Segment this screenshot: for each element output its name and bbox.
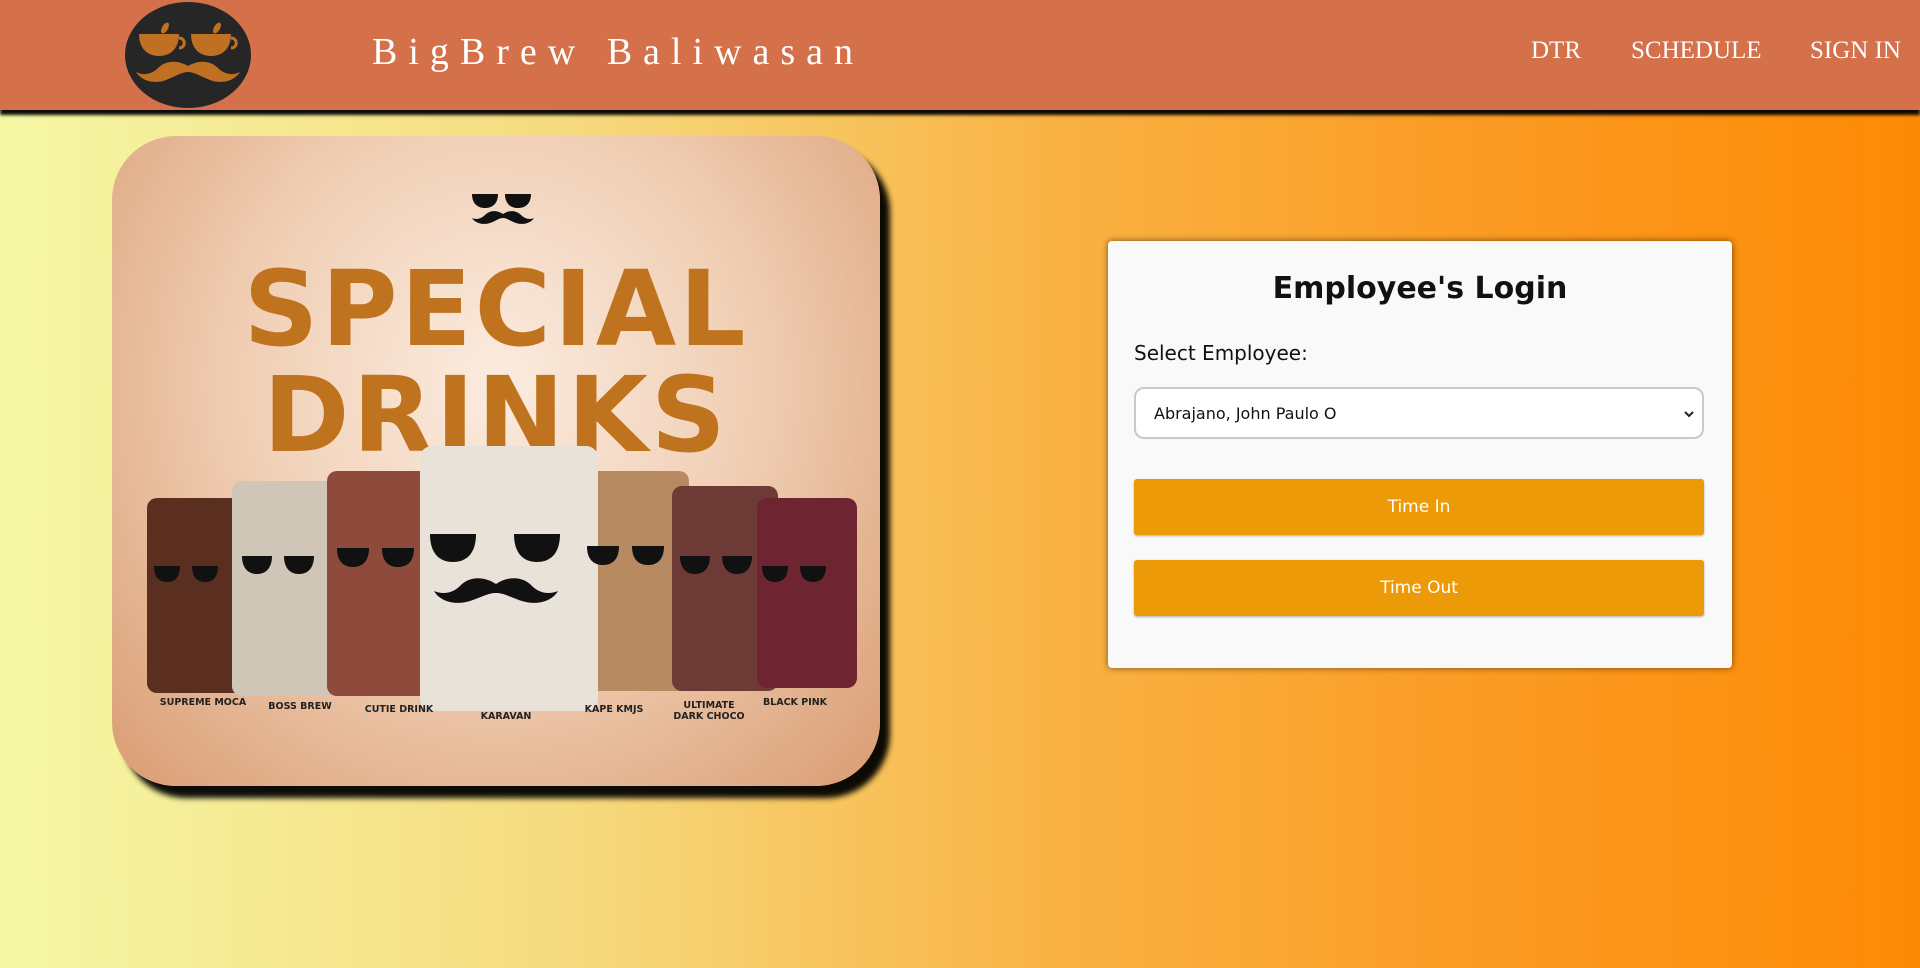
employee-login-card: Employee's Login Select Employee: Abraja… bbox=[1108, 241, 1732, 668]
coffee-cups-mustache-icon bbox=[136, 22, 240, 82]
chevron-down-icon bbox=[1684, 411, 1694, 418]
top-navbar: BigBrew Baliwasan DTR SCHEDULE SIGN IN bbox=[0, 0, 1920, 110]
nav-link-dtr[interactable]: DTR bbox=[1531, 37, 1581, 65]
nav-link-sign-in[interactable]: SIGN IN bbox=[1810, 37, 1901, 65]
drink-label-kape-kmjs: KAPE KMJS bbox=[584, 704, 644, 715]
brand-title: BigBrew Baliwasan bbox=[372, 31, 865, 73]
drink-label-karavan: KARAVAN bbox=[480, 711, 532, 722]
employee-select[interactable]: Abrajano, John Paulo O bbox=[1134, 387, 1704, 439]
time-in-button[interactable]: Time In bbox=[1134, 479, 1704, 535]
nav-link-schedule[interactable]: SCHEDULE bbox=[1631, 37, 1762, 65]
time-out-button[interactable]: Time Out bbox=[1134, 560, 1704, 616]
select-employee-label: Select Employee: bbox=[1134, 341, 1308, 365]
selected-employee-value: Abrajano, John Paulo O bbox=[1154, 404, 1337, 423]
logo[interactable] bbox=[125, 2, 251, 108]
drink-label-supreme-moca: SUPREME MOCA bbox=[159, 697, 247, 708]
drink-cups-illustration bbox=[147, 446, 857, 711]
login-title: Employee's Login bbox=[1272, 271, 1568, 306]
drink-label-boss-brew: BOSS BREW bbox=[268, 701, 332, 712]
drink-label-black-pink: BLACK PINK bbox=[762, 697, 828, 708]
special-drinks-promo-image: SPECIAL DRINKS SUPREME MOCA BOSS BREW CU… bbox=[112, 136, 880, 786]
drink-label-cutie-drink: CUTIE DRINK bbox=[364, 704, 434, 715]
